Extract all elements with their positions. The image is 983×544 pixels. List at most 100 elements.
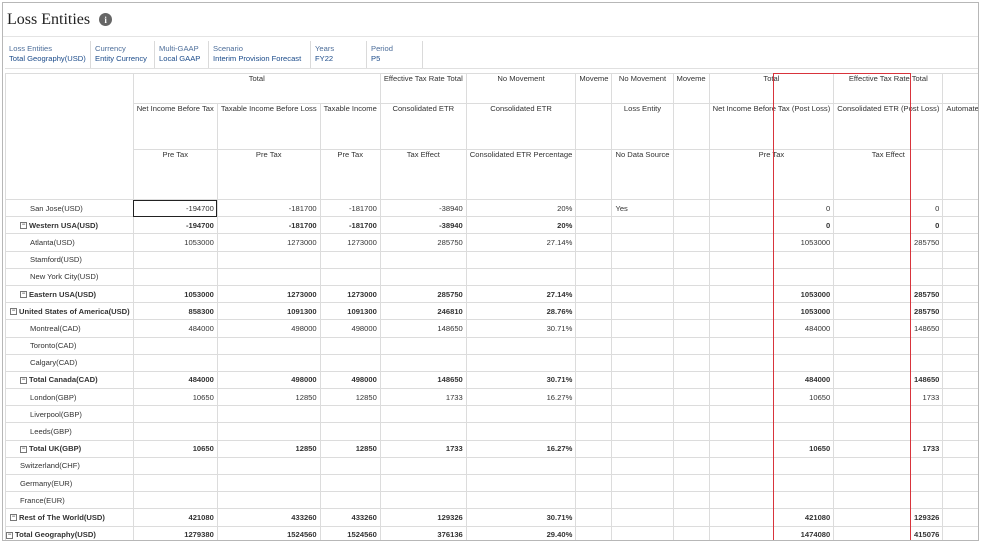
- data-cell[interactable]: [132, 491, 218, 510]
- collapse-icon[interactable]: −: [20, 291, 27, 299]
- data-cell[interactable]: [465, 422, 577, 441]
- data-cell[interactable]: [575, 353, 613, 372]
- data-cell[interactable]: [672, 405, 710, 424]
- data-cell[interactable]: [465, 491, 577, 510]
- column-group-header[interactable]: Total: [708, 73, 835, 104]
- collapse-icon[interactable]: −: [10, 308, 17, 316]
- pov-value[interactable]: Interim Provision Forecast: [213, 54, 306, 64]
- data-cell[interactable]: [575, 302, 613, 321]
- data-cell[interactable]: 484000: [708, 370, 835, 390]
- data-cell[interactable]: [672, 473, 710, 493]
- column-group-header[interactable]: No Movement: [611, 73, 674, 104]
- data-cell[interactable]: 1474080: [708, 525, 835, 540]
- data-cell[interactable]: 498000: [319, 319, 381, 338]
- data-cell[interactable]: [611, 336, 674, 355]
- data-cell[interactable]: [611, 525, 674, 540]
- data-cell[interactable]: 376136: [379, 525, 467, 540]
- data-cell[interactable]: 16.27%: [465, 439, 577, 458]
- row-label[interactable]: France(EUR): [5, 491, 134, 510]
- data-cell[interactable]: [611, 439, 674, 458]
- column-subheader[interactable]: Pre Tax: [942, 149, 978, 200]
- data-cell[interactable]: [379, 473, 467, 493]
- column-subheader[interactable]: Pre Tax: [132, 149, 218, 200]
- data-cell[interactable]: [575, 336, 613, 355]
- data-cell[interactable]: 285750: [833, 233, 944, 252]
- data-cell[interactable]: [379, 250, 467, 269]
- data-cell[interactable]: [319, 353, 381, 372]
- data-cell[interactable]: 1733: [833, 439, 944, 458]
- row-label[interactable]: Calgary(CAD): [5, 353, 134, 372]
- data-cell[interactable]: [708, 336, 835, 355]
- data-cell[interactable]: [611, 284, 674, 304]
- column-subheader[interactable]: [575, 149, 613, 200]
- data-cell[interactable]: 12850: [216, 439, 321, 458]
- data-cell[interactable]: [672, 198, 710, 218]
- data-cell[interactable]: 20%: [465, 198, 577, 218]
- column-subheader[interactable]: [672, 149, 710, 200]
- data-cell[interactable]: 10650: [132, 388, 218, 407]
- column-header[interactable]: Automated AEETR (Post Loss): [942, 103, 978, 150]
- data-cell[interactable]: [132, 353, 218, 372]
- data-cell[interactable]: 10650: [708, 388, 835, 407]
- data-cell[interactable]: [575, 422, 613, 441]
- data-cell[interactable]: 30.71%: [465, 508, 577, 527]
- data-cell[interactable]: -181700: [319, 198, 381, 218]
- data-cell[interactable]: [833, 336, 944, 355]
- data-cell[interactable]: -194700: [132, 198, 218, 218]
- row-label[interactable]: − Total Geography(USD): [5, 525, 134, 540]
- data-cell[interactable]: [575, 473, 613, 493]
- column-subheader[interactable]: Pre Tax: [708, 149, 835, 200]
- data-cell[interactable]: 484000: [708, 319, 835, 338]
- column-group-header[interactable]: Moveme: [575, 73, 613, 104]
- data-cell[interactable]: [132, 250, 218, 269]
- data-cell[interactable]: [465, 456, 577, 476]
- data-cell[interactable]: [942, 422, 978, 441]
- data-cell[interactable]: [465, 405, 577, 424]
- data-cell[interactable]: 148650: [379, 370, 467, 390]
- data-cell[interactable]: [672, 336, 710, 355]
- column-subheader[interactable]: Tax Effect: [379, 149, 467, 200]
- data-cell[interactable]: [708, 267, 835, 286]
- row-label[interactable]: London(GBP): [5, 388, 134, 407]
- data-cell[interactable]: 0: [708, 216, 835, 235]
- column-group-header[interactable]: Effective Tax Rate Total: [833, 73, 944, 104]
- column-header[interactable]: Consolidated ETR: [465, 103, 577, 150]
- data-cell[interactable]: [942, 353, 978, 372]
- row-label[interactable]: − Eastern USA(USD): [5, 284, 134, 304]
- data-cell[interactable]: -194700: [132, 216, 218, 235]
- data-cell[interactable]: [833, 456, 944, 476]
- data-cell[interactable]: [216, 250, 321, 269]
- data-cell[interactable]: 12850: [319, 439, 381, 458]
- data-cell[interactable]: [575, 267, 613, 286]
- data-cell[interactable]: [575, 250, 613, 269]
- row-label[interactable]: Switzerland(CHF): [5, 456, 134, 476]
- row-label[interactable]: Montreal(CAD): [5, 319, 134, 338]
- data-cell[interactable]: [611, 491, 674, 510]
- data-cell[interactable]: [575, 508, 613, 527]
- data-cell[interactable]: [708, 473, 835, 493]
- data-cell[interactable]: 1091300: [319, 302, 381, 321]
- data-cell[interactable]: [575, 216, 613, 235]
- data-cell[interactable]: [575, 405, 613, 424]
- data-cell[interactable]: [833, 422, 944, 441]
- data-cell[interactable]: [575, 233, 613, 252]
- data-cell[interactable]: [465, 473, 577, 493]
- data-cell[interactable]: 30.22%: [942, 284, 978, 304]
- data-cell[interactable]: 27.14%: [465, 284, 577, 304]
- row-label[interactable]: − Total Canada(CAD): [5, 370, 134, 390]
- pov-item[interactable]: Years FY22: [311, 41, 367, 68]
- data-cell[interactable]: 148650: [379, 319, 467, 338]
- column-subheader[interactable]: Consolidated ETR Percentage: [465, 149, 577, 200]
- info-icon[interactable]: i: [99, 13, 113, 26]
- data-cell[interactable]: 0: [708, 198, 835, 218]
- data-cell[interactable]: 20%: [465, 216, 577, 235]
- data-cell[interactable]: [942, 473, 978, 493]
- data-cell[interactable]: [575, 439, 613, 458]
- data-cell[interactable]: [942, 250, 978, 269]
- data-cell[interactable]: [611, 267, 674, 286]
- data-cell[interactable]: [942, 267, 978, 286]
- row-label[interactable]: Stamford(USD): [5, 250, 134, 269]
- collapse-icon[interactable]: −: [20, 376, 27, 384]
- row-label[interactable]: Liverpool(GBP): [5, 405, 134, 424]
- data-cell[interactable]: [611, 388, 674, 407]
